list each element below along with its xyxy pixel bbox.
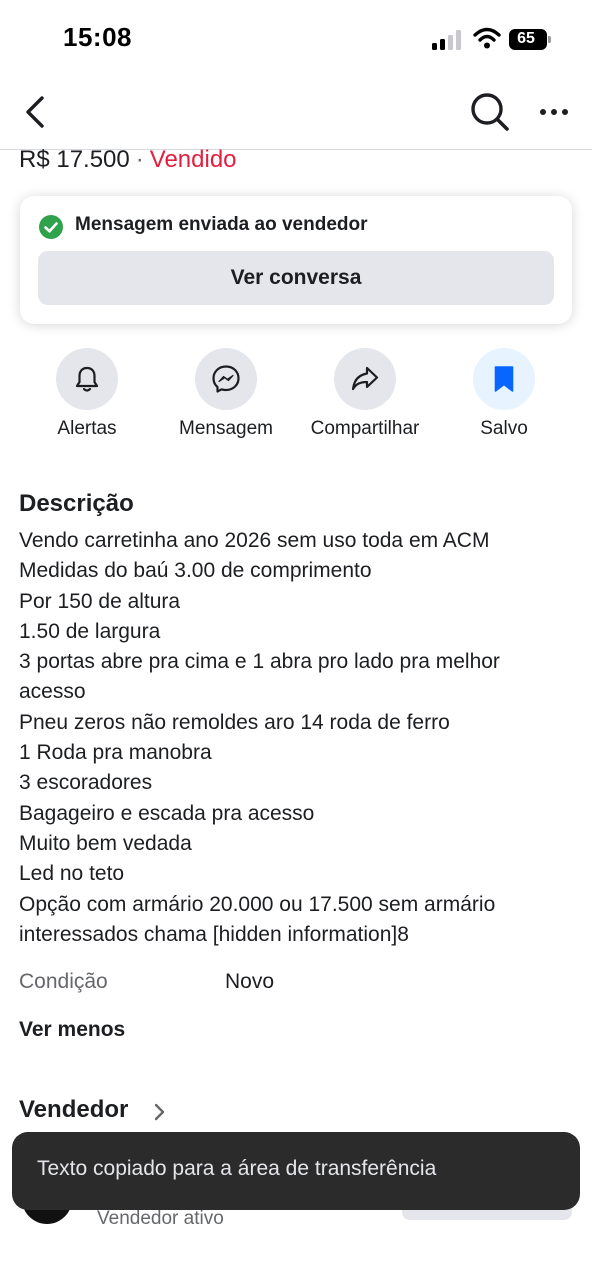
check-circle-icon [39,215,63,239]
bell-icon [75,366,99,392]
description-line: Led no teto [19,862,125,886]
seller-status: Vendedor ativo [97,1208,224,1229]
alerts-button[interactable] [56,348,118,410]
description-line: Por 150 de altura [19,589,181,613]
battery-level: 65 [517,30,535,47]
toast-notification: Texto copiado para a área de transferênc… [12,1132,580,1210]
message-label: Mensagem [179,418,273,439]
description-line: interessados chama [hidden information]8 [19,922,409,946]
description-line: 3 portas abre pra cima e 1 abra pro lado… [19,650,500,674]
description-line: Opção com armário 20.000 ou 17.500 sem a… [19,892,496,916]
message-action[interactable]: Mensagem [157,348,295,440]
description-line: Pneu zeros não remoldes aro 14 roda de f… [19,710,450,734]
toast-text: Texto copiado para a área de transferênc… [37,1157,437,1180]
message-sent-text: Mensagem enviada ao vendedor [75,214,368,235]
share-action[interactable]: Compartilhar [296,348,434,440]
description-line: Bagageiro e escada pra acesso [19,801,315,825]
price-separator: · [135,146,144,173]
message-sent-card: Mensagem enviada ao vendedor Ver convers… [20,196,572,324]
nav-bar [0,78,592,150]
saved-button[interactable] [473,348,535,410]
listing-price: R$ 17.500 [19,146,130,173]
price-line: R$ 17.500 · Vendido [19,146,237,174]
condition-value: Novo [225,970,275,993]
share-label: Compartilhar [310,418,420,439]
signal-icon [432,30,461,50]
status-bar: 15:08 65 [0,0,592,78]
description-line: 1.50 de largura [19,619,161,643]
bookmark-icon [494,366,514,392]
description-line: 1 Roda pra manobra [19,741,212,765]
messenger-icon [212,365,240,393]
share-button[interactable] [334,348,396,410]
share-arrow-icon [351,366,379,391]
description-line: 3 escoradores [19,771,153,795]
listing-status: Vendido [149,146,237,173]
condition-label: Condição [19,970,108,993]
chevron-right-icon[interactable] [152,1100,168,1124]
message-button[interactable] [195,348,257,410]
description-line: Vendo carretinha ano 2026 sem uso toda e… [19,529,490,552]
view-conversation-button[interactable]: Ver conversa [38,251,554,305]
description-title: Descrição [19,490,134,517]
action-row: Alertas Mensagem Compartilhar Salvo [0,348,592,448]
search-icon[interactable] [468,90,512,134]
description-line: Medidas do baú 3.00 de comprimento [19,559,372,583]
back-arrow-icon[interactable] [20,92,52,132]
alerts-label: Alertas [57,418,117,439]
wifi-icon [473,27,501,49]
seller-title[interactable]: Vendedor [19,1096,128,1124]
saved-action[interactable]: Salvo [435,348,573,440]
alerts-action[interactable]: Alertas [18,348,156,440]
description-line: acesso [19,680,86,704]
saved-label: Salvo [480,418,528,439]
description-line: Muito bem vedada [19,831,192,855]
status-time: 15:08 [63,22,132,52]
see-less-link[interactable]: Ver menos [19,1018,125,1042]
battery-icon: 65 [509,29,551,50]
description-body: Vendo carretinha ano 2026 sem uso toda e… [19,526,579,950]
more-options-icon[interactable] [534,94,574,130]
